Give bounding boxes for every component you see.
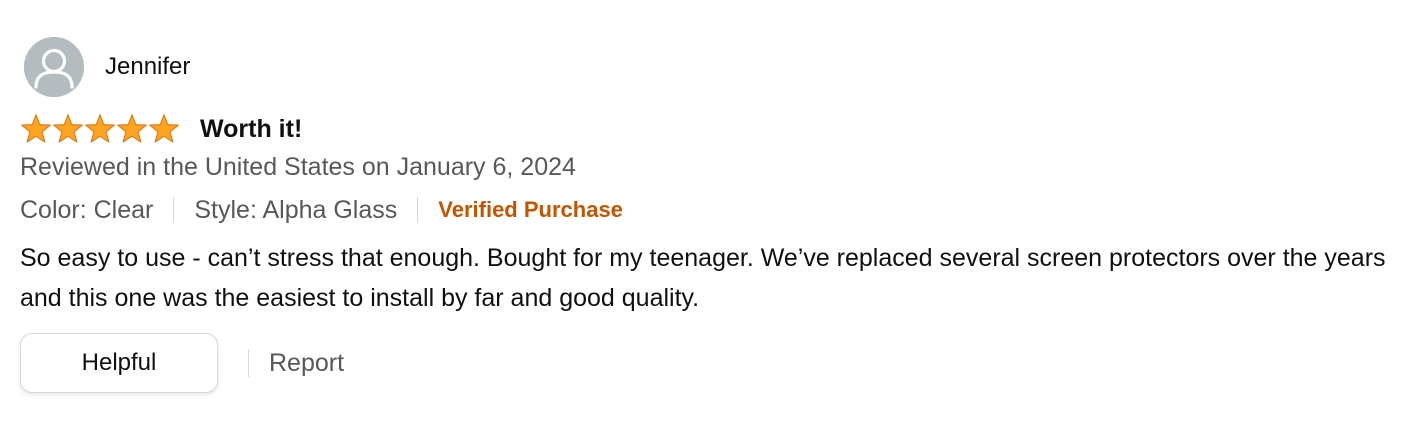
format-divider: [417, 197, 419, 223]
verified-purchase-badge[interactable]: Verified Purchase: [438, 197, 623, 223]
format-color[interactable]: Color: Clear: [20, 196, 153, 225]
star-icon: [117, 114, 147, 143]
reviewer-profile[interactable]: Jennifer: [24, 37, 190, 97]
user-avatar-icon: [24, 37, 84, 97]
format-style[interactable]: Style: Alpha Glass: [194, 196, 397, 225]
report-link[interactable]: Report: [269, 349, 344, 378]
format-divider: [173, 197, 175, 223]
review-date: Reviewed in the United States on January…: [20, 153, 576, 181]
customer-review: Jennifer Worth it! Reviewed in the Unite…: [0, 0, 1412, 426]
product-format: Color: Clear Style: Alpha Glass Verified…: [20, 195, 623, 225]
star-icon: [85, 114, 115, 143]
star-rating[interactable]: [20, 113, 180, 145]
star-icon: [53, 114, 83, 143]
star-icon: [21, 114, 51, 143]
reviewer-name[interactable]: Jennifer: [105, 53, 190, 81]
review-body: So easy to use - can’t stress that enoug…: [20, 244, 1386, 312]
rating-title-row: Worth it!: [20, 110, 302, 148]
helpful-button[interactable]: Helpful: [20, 333, 218, 393]
action-divider: [248, 349, 249, 377]
star-icon: [149, 114, 179, 143]
review-actions: Helpful Report: [20, 333, 344, 393]
review-title[interactable]: Worth it!: [200, 115, 302, 144]
